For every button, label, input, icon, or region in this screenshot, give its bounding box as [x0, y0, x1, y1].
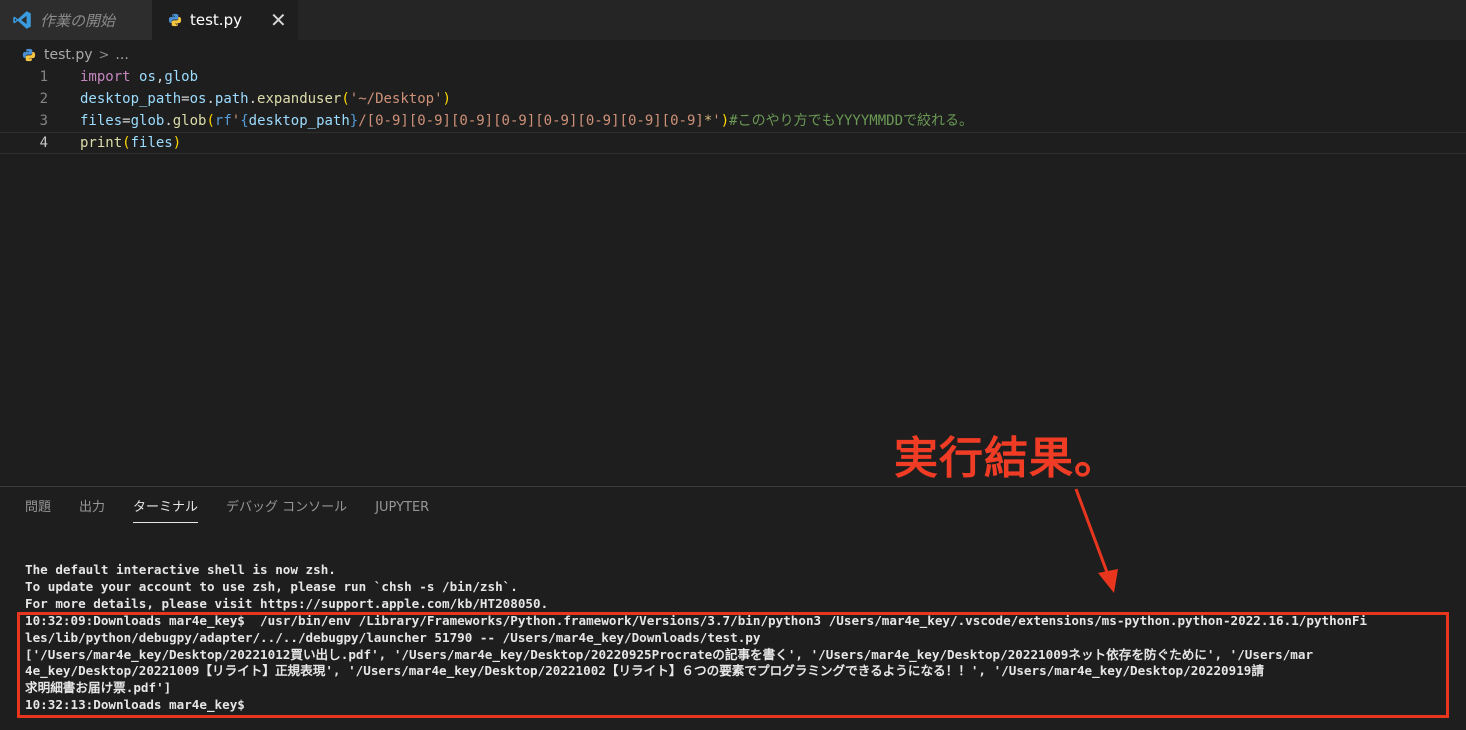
code-token: glob: [130, 113, 165, 129]
code-token: '~/Desktop': [349, 91, 443, 107]
code-token: ': [712, 113, 721, 129]
code-token: files: [130, 135, 173, 151]
code-token: (: [206, 113, 215, 129]
line-number: 1: [39, 69, 48, 85]
tab-label: test.py: [190, 11, 242, 29]
code-editor[interactable]: 1 import os,glob 2 desktop_path=os.path.…: [0, 66, 1466, 486]
code-token: *: [703, 113, 713, 129]
code-token: desktop_path: [80, 91, 182, 107]
code-token: path: [214, 91, 249, 107]
code-line[interactable]: 3 files=glob.glob(rf'{desktop_path}/[0-9…: [0, 110, 1466, 132]
terminal-line: For more details, please visit https://s…: [25, 595, 549, 611]
code-token: {: [240, 113, 249, 129]
code-text: files=glob.glob(rf'{desktop_path}/[0-9][…: [80, 110, 973, 132]
tab-debug-console[interactable]: デバッグ コンソール: [226, 498, 347, 522]
code-line-current[interactable]: 4 print(files): [0, 132, 1466, 154]
panel-tabs: 問題 出力 ターミナル デバッグ コンソール JUPYTER: [25, 498, 457, 524]
code-token: #このやり方でもYYYYMMDDで絞れる。: [729, 113, 973, 129]
tab-problems[interactable]: 問題: [25, 498, 51, 522]
terminal-line: To update your account to use zsh, pleas…: [25, 578, 518, 594]
panel-divider: [0, 486, 1466, 487]
code-line[interactable]: 2 desktop_path=os.path.expanduser('~/Des…: [0, 88, 1466, 110]
code-token: ): [720, 113, 730, 129]
python-icon: [22, 48, 36, 62]
tab-label: 作業の開始: [40, 11, 116, 30]
terminal-line: The default interactive shell is now zsh…: [25, 562, 336, 577]
breadcrumb-file[interactable]: test.py: [44, 47, 93, 63]
code-token: (: [122, 135, 131, 151]
code-token: expanduser: [257, 91, 342, 107]
code-text: import os,glob: [80, 66, 198, 88]
code-token: import: [80, 69, 131, 85]
tab-output[interactable]: 出力: [79, 498, 105, 522]
tab-welcome[interactable]: 作業の開始: [0, 0, 152, 40]
vscode-icon: [13, 11, 31, 29]
code-token: /: [358, 113, 367, 129]
code-text: desktop_path=os.path.expanduser('~/Deskt…: [80, 88, 451, 110]
code-token: [0-9][0-9][0-9][0-9][0-9][0-9][0-9][0-9]: [366, 113, 704, 129]
line-number: 2: [39, 91, 48, 107]
code-token: print: [80, 135, 123, 151]
code-token: (: [341, 91, 350, 107]
line-number: 3: [39, 113, 48, 129]
code-token: ': [231, 113, 241, 129]
breadcrumb: test.py > ...: [22, 44, 129, 66]
python-icon: [168, 13, 182, 27]
tab-test-py[interactable]: test.py ✕: [152, 0, 298, 40]
close-icon[interactable]: ✕: [270, 8, 287, 32]
breadcrumb-symbol[interactable]: ...: [115, 47, 128, 63]
code-token: .: [248, 91, 258, 107]
code-token: os: [139, 69, 156, 85]
code-token: ): [442, 91, 451, 107]
code-token: }: [349, 113, 359, 129]
annotation-label: 実行結果。: [894, 433, 1119, 484]
code-token: desktop_path: [248, 113, 350, 129]
tab-bar: 作業の開始 test.py ✕: [0, 0, 1466, 40]
code-token: .: [206, 91, 215, 107]
code-token: =: [181, 91, 190, 107]
code-token: glob: [172, 113, 207, 129]
code-token: .: [164, 113, 173, 129]
code-token: glob: [164, 69, 199, 85]
code-token: files: [80, 113, 123, 129]
code-token: ): [172, 135, 182, 151]
tab-jupyter[interactable]: JUPYTER: [375, 498, 429, 522]
code-text: print(files): [80, 133, 181, 153]
code-line[interactable]: 1 import os,glob: [0, 66, 1466, 88]
tab-terminal[interactable]: ターミナル: [133, 498, 199, 523]
line-number: 4: [39, 135, 48, 151]
code-token: rf: [214, 113, 232, 129]
code-token: =: [122, 113, 131, 129]
highlight-box: [17, 612, 1449, 718]
chevron-right-icon: >: [98, 47, 110, 63]
code-token: os: [189, 91, 207, 107]
